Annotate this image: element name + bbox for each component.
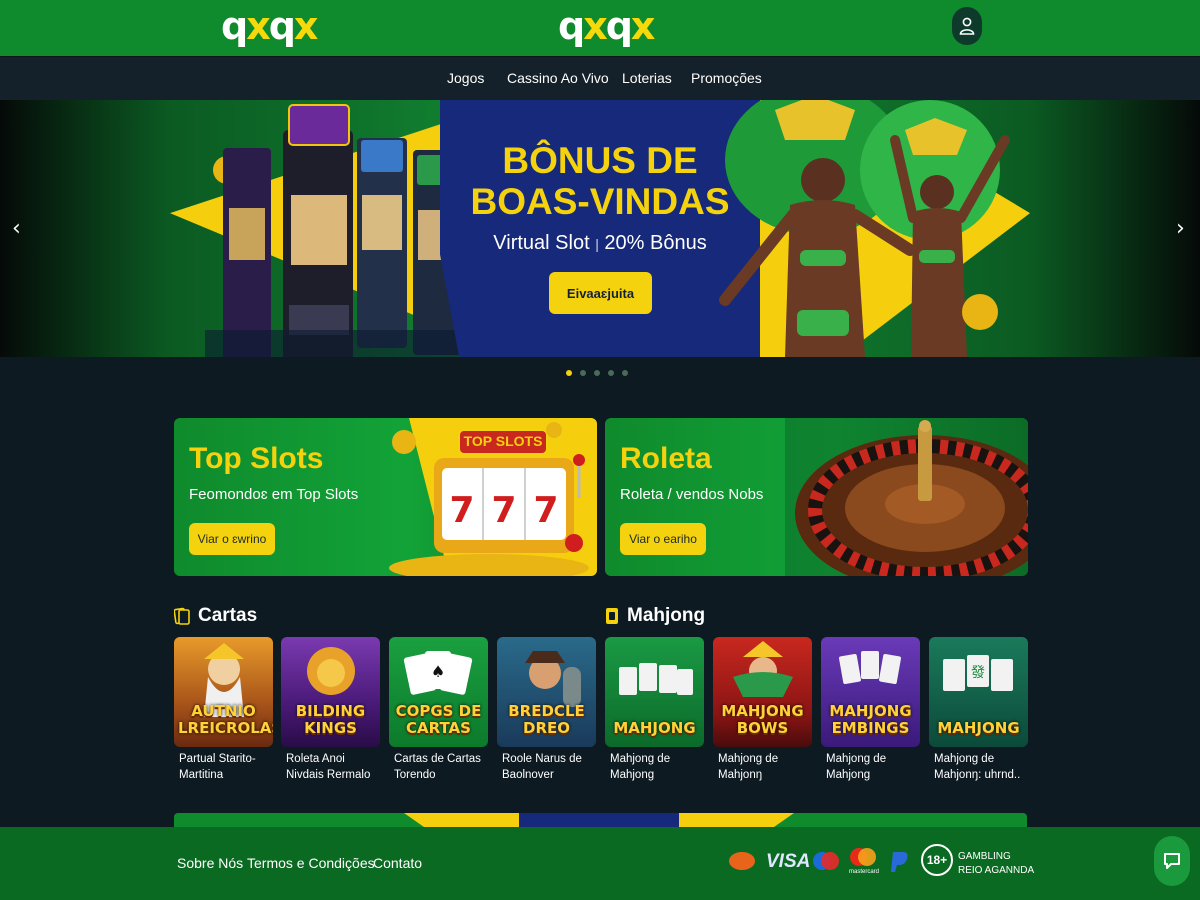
game-title: Roleta Anoi Nivdais Rermalo — [286, 753, 371, 781]
mastercard-caption: mastercard — [849, 869, 880, 875]
game-title: Cartas de Cartas Torendo — [394, 753, 481, 781]
game-title: Partual Starito- Martitina — [179, 753, 256, 781]
subtitle-divider: | — [595, 236, 599, 252]
logo-left[interactable]: qxqx — [221, 4, 318, 48]
game-thumbnail-label: COPGS DE CARTAS — [395, 702, 482, 737]
samba-dancers-illustration — [719, 100, 1010, 357]
game-card[interactable]: 發 MAHJONG Mahjong de Mahjonŋ: uhrnd.. — [929, 637, 1028, 783]
mahjong-tile-icon — [606, 608, 618, 624]
paypal-icon — [891, 852, 908, 872]
game-thumbnail-label: MAHJONG BOWS — [721, 702, 804, 737]
carousel-dot[interactable] — [608, 370, 614, 376]
visa-logo: VISA — [766, 851, 811, 872]
responsible-gambling-text: GAMBLING REIO AGANNDA — [958, 851, 1035, 876]
game-thumbnail[interactable]: MAHJONG EMBINGS — [821, 637, 920, 747]
game-thumbnail[interactable]: BILDING KINGS — [281, 637, 380, 747]
payment-brand-icon — [729, 852, 755, 870]
promo-subtitle: Roleta / vendos Nobs — [620, 486, 764, 503]
nav-item-jogos[interactable]: Jogos — [447, 70, 484, 86]
carousel-dot[interactable] — [594, 370, 600, 376]
game-thumbnail-label: MAHJONG EMBINGS — [829, 702, 912, 737]
logo-center[interactable]: qxqx — [558, 4, 655, 48]
game-thumbnail-label: BILDING KINGS — [295, 702, 366, 737]
hero-banner[interactable]: BÔNUS DE BOAS-VINDAS Virtual Slot | 20% … — [0, 100, 1200, 357]
roulette-wheel-illustration — [785, 418, 1028, 576]
promo-button[interactable]: Viar o ɛwrino — [189, 523, 275, 555]
maestro-icon — [813, 852, 839, 870]
game-thumbnail[interactable]: AUTNIO LREICROLAS — [174, 637, 273, 747]
carousel-dots — [566, 370, 628, 376]
reel-seven: 7 — [491, 490, 516, 531]
hero-title: BÔNUS DE BOAS-VINDAS — [470, 140, 730, 222]
section-cartas-header: Cartas — [174, 605, 257, 627]
game-thumbnail[interactable]: 發 MAHJONG — [929, 637, 1028, 747]
game-thumbnail-label: BREDCLE DREO — [508, 702, 585, 737]
cards-icon — [174, 607, 190, 625]
game-title: Mahjong de Mahjong — [826, 753, 887, 781]
nav-item-promocoes[interactable]: Promoções — [691, 70, 762, 86]
user-account-button[interactable] — [952, 7, 982, 45]
top-slots-badge: TOP SLOTS — [463, 433, 543, 449]
section-title: Cartas — [198, 605, 258, 626]
footer-link-sobre-nos[interactable]: Sobre Nós — [177, 855, 243, 871]
game-thumbnail[interactable]: BREDCLE DREO — [497, 637, 596, 747]
nav-item-loterias[interactable]: Loterias — [622, 70, 672, 86]
game-card[interactable]: MAHJONG EMBINGS Mahjong de Mahjong — [821, 637, 920, 783]
game-card[interactable]: ♠ COPGS DE CARTAS Cartas de Cartas Toren… — [389, 637, 488, 783]
promo-title: Roleta — [620, 442, 712, 475]
carousel-dot[interactable] — [566, 370, 572, 376]
footer: Sobre Nós Termos e Condições Contato VIS… — [0, 827, 1200, 900]
game-thumbnail[interactable]: ♠ COPGS DE CARTAS — [389, 637, 488, 747]
game-title: Roole Narus de Baolnover — [502, 753, 582, 781]
chat-button[interactable] — [1154, 836, 1190, 886]
nav-item-cassino-ao-vivo[interactable]: Cassino Ao Vivo — [507, 70, 609, 86]
carousel-prev-arrow[interactable]: ‹ — [12, 216, 21, 241]
game-title: Mahjong de Mahjong — [610, 753, 671, 781]
top-bar: qxqx qxqx — [0, 0, 1200, 56]
game-thumbnail-label: MAHJONG — [613, 719, 696, 737]
game-title: Mahjong de Mahjonŋ — [718, 753, 779, 781]
game-card[interactable]: BREDCLE DREO Roole Narus de Baolnover — [497, 637, 596, 783]
hero-subtitle: Virtual Slot | 20% Bônus — [493, 232, 707, 254]
reel-seven: 7 — [533, 490, 558, 531]
section-title: Mahjong — [627, 605, 706, 626]
promo-subtitle: Feomondoɛ em Top Slots — [189, 486, 359, 503]
tile-glyph: 發 — [971, 665, 985, 681]
game-thumbnail[interactable]: MAHJONG — [605, 637, 704, 747]
user-icon — [959, 17, 975, 35]
promo-button[interactable]: Viar o eariho — [620, 523, 706, 555]
main-nav: Jogos Cassino Ao Vivo Loterias Promoções — [0, 56, 1200, 100]
slot-machines-illustration — [205, 104, 470, 357]
game-thumbnail[interactable]: MAHJONG BOWS — [713, 637, 812, 747]
promo-title: Top Slots — [189, 442, 324, 475]
footer-link-contato[interactable]: Contato — [373, 855, 422, 871]
age-restriction-badge: 18+ — [921, 844, 953, 876]
promo-card-top-slots[interactable]: 7 7 7 Top Slots Feomondoɛ em Top Slots V… — [174, 418, 597, 576]
game-card[interactable]: AUTNIO LREICROLAS Partual Starito- Marti… — [174, 637, 273, 783]
reel-seven: 7 — [449, 490, 474, 531]
game-title: Mahjong de Mahjonŋ: uhrnd.. — [934, 753, 1021, 781]
chat-bubble-icon — [1164, 853, 1180, 869]
footer-link-termos[interactable]: Termos e Condições — [247, 855, 375, 871]
game-card[interactable]: MAHJONG Mahjong de Mahjong — [605, 637, 704, 783]
carousel-dot[interactable] — [580, 370, 586, 376]
game-thumbnail-label: MAHJONG — [937, 719, 1020, 737]
carousel-dot[interactable] — [622, 370, 628, 376]
hero-cta-button[interactable]: Eivaaɛjuita — [549, 272, 652, 314]
carousel-next-arrow[interactable]: › — [1176, 216, 1185, 241]
game-card[interactable]: BILDING KINGS Roleta Anoi Nivdais Rermal… — [281, 637, 380, 783]
spade-glyph: ♠ — [431, 662, 445, 681]
next-banner-strip — [174, 813, 1027, 827]
mastercard-icon — [850, 848, 876, 866]
game-card[interactable]: MAHJONG BOWS Mahjong de Mahjonŋ — [713, 637, 812, 783]
section-mahjong-header: Mahjong — [605, 605, 705, 627]
game-thumbnail-label: AUTNIO LREICROLAS — [178, 702, 273, 737]
promo-card-roleta[interactable]: Roleta Roleta / vendos Nobs Viar o earih… — [605, 418, 1028, 576]
